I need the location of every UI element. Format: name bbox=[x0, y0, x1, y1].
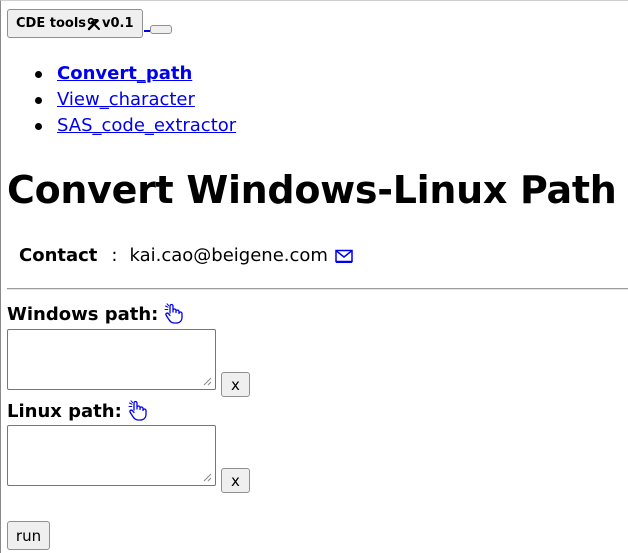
hammer-wrench-icon bbox=[87, 17, 101, 31]
contact-label: Contact bbox=[19, 245, 98, 266]
divider bbox=[7, 288, 628, 290]
contact-line: Contact : kai.cao@beigene.com bbox=[19, 245, 353, 266]
nav-item-convert-path: Convert_path bbox=[35, 61, 236, 87]
version-label: v0.1 bbox=[102, 16, 134, 31]
list-bullet bbox=[35, 70, 42, 78]
nav-item-view-character: View_character bbox=[35, 87, 236, 113]
cde-tools-button[interactable]: CDE tools v0.1 bbox=[7, 9, 143, 38]
windows-clear-button[interactable]: x bbox=[221, 372, 250, 397]
pointing-hand-icon[interactable] bbox=[164, 303, 184, 325]
hidden-link[interactable] bbox=[143, 30, 150, 32]
envelope-icon[interactable] bbox=[335, 249, 353, 263]
linux-path-label: Linux path: bbox=[7, 400, 122, 422]
nav-link-view-character[interactable]: View_character bbox=[57, 87, 195, 113]
top-toolbar: CDE tools v0.1 bbox=[7, 9, 172, 38]
contact-email: kai.cao@beigene.com bbox=[129, 245, 328, 266]
collapse-button[interactable] bbox=[149, 25, 172, 34]
windows-path-label: Windows path: bbox=[7, 303, 159, 325]
nav-link-sas-code-extractor[interactable]: SAS_code_extractor bbox=[57, 113, 236, 139]
cde-tools-label: CDE tools bbox=[16, 16, 87, 31]
page-title: Convert Windows-Linux Path bbox=[7, 168, 617, 212]
list-bullet bbox=[35, 96, 42, 104]
contact-separator: : bbox=[111, 245, 118, 266]
linux-clear-button[interactable]: x bbox=[221, 468, 250, 493]
pointing-hand-icon[interactable] bbox=[128, 400, 148, 422]
linux-path-label-row: Linux path: bbox=[7, 400, 148, 422]
nav-item-sas-code-extractor: SAS_code_extractor bbox=[35, 113, 236, 139]
run-button[interactable]: run bbox=[7, 521, 50, 550]
list-bullet bbox=[35, 122, 42, 130]
windows-path-label-row: Windows path: bbox=[7, 303, 184, 325]
nav-link-convert-path[interactable]: Convert_path bbox=[57, 61, 192, 87]
linux-path-input[interactable] bbox=[7, 425, 216, 486]
windows-path-input[interactable] bbox=[7, 329, 216, 390]
nav-list: Convert_path View_character SAS_code_ext… bbox=[35, 61, 236, 139]
